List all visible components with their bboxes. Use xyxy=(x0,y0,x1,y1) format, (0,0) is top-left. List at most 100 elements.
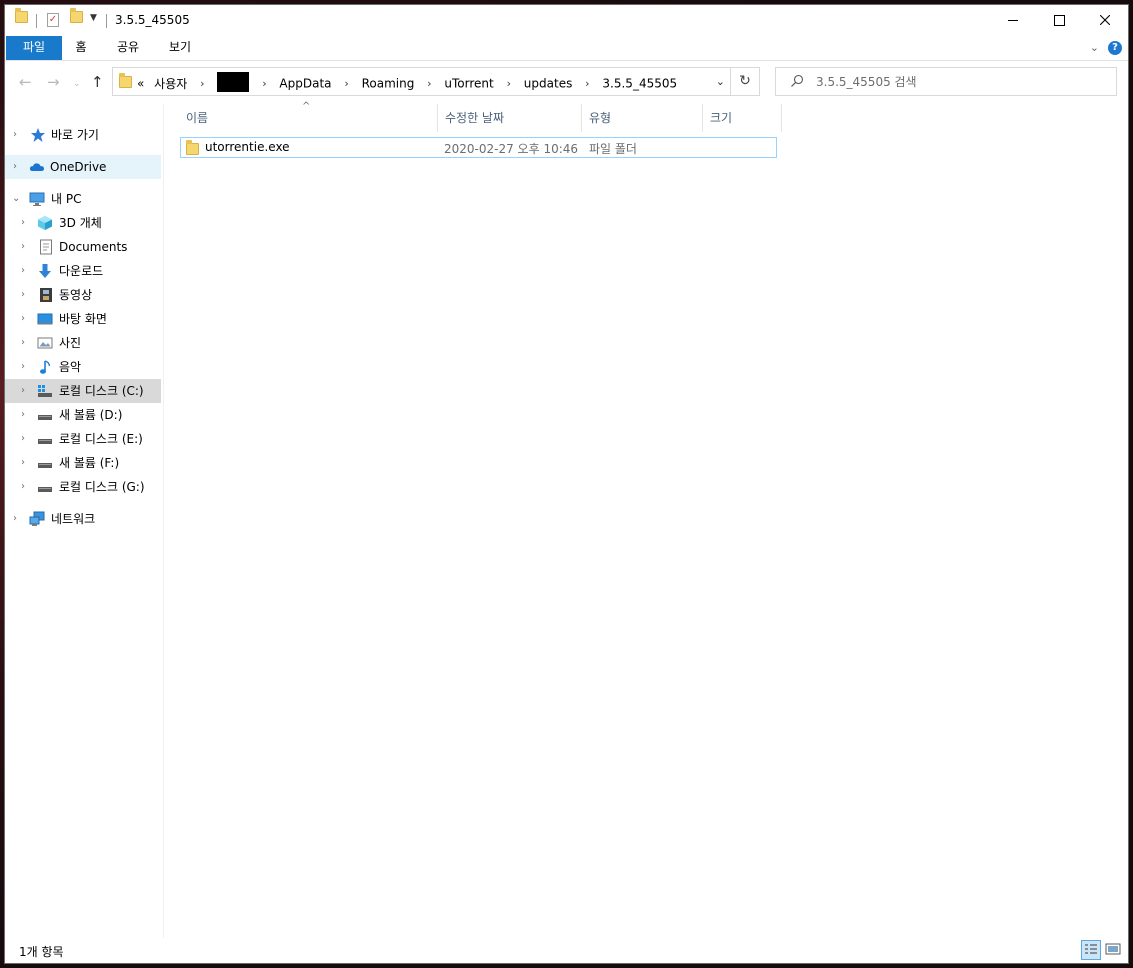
status-bar: 1개 항목 xyxy=(5,938,1128,963)
toolbar-divider xyxy=(36,14,37,28)
expand-chevron-icon[interactable]: › xyxy=(21,475,25,499)
expand-chevron-icon[interactable]: › xyxy=(21,235,25,259)
file-row[interactable]: utorrentie.exe 2020-02-27 오후 10:46 파일 폴더 xyxy=(180,137,777,158)
drive-icon xyxy=(38,415,52,420)
large-icons-view-icon xyxy=(1105,943,1121,955)
address-history-chevron-icon[interactable]: ⌄ xyxy=(716,75,725,88)
nav-item-desktop[interactable]: › 바탕 화면 xyxy=(5,307,161,331)
breadcrumb-chevron-icon[interactable]: › xyxy=(344,77,348,90)
expand-chevron-icon[interactable]: › xyxy=(21,211,25,235)
column-header-name[interactable]: 이름 xyxy=(180,104,438,132)
breadcrumb-item-redacted[interactable] xyxy=(217,72,250,92)
customize-dropdown-icon[interactable]: ▼ xyxy=(90,13,97,23)
column-header-modified[interactable]: 수정한 날짜 xyxy=(439,104,582,132)
nav-label: 내 PC xyxy=(51,192,82,206)
expand-chevron-icon[interactable]: › xyxy=(21,427,25,451)
breadcrumb-item[interactable]: 사용자 xyxy=(154,77,187,91)
file-name[interactable]: utorrentie.exe xyxy=(205,140,290,154)
new-folder-icon[interactable] xyxy=(70,8,83,26)
nav-item-local-disk-c[interactable]: › 로컬 디스크 (C:) xyxy=(5,379,161,403)
breadcrumb-item[interactable]: updates xyxy=(524,77,573,91)
breadcrumb-item-current[interactable]: 3.5.5_45505 xyxy=(602,77,677,91)
download-arrow-icon xyxy=(39,264,51,278)
nav-item-quick-access[interactable]: › 바로 가기 xyxy=(5,123,161,147)
up-arrow-icon[interactable]: ↑ xyxy=(91,73,104,91)
nav-item-3d-objects[interactable]: › 3D 개체 xyxy=(5,211,161,235)
expand-chevron-icon[interactable]: › xyxy=(21,379,25,403)
minimize-button[interactable] xyxy=(990,5,1036,36)
file-type: 파일 폴더 xyxy=(589,142,637,156)
expand-chevron-icon[interactable]: › xyxy=(21,355,25,379)
folder-icon xyxy=(119,73,132,88)
address-bar[interactable]: « 사용자 › › AppData › Roaming › uTorrent ›… xyxy=(112,67,760,96)
column-header-size[interactable]: 크기 xyxy=(704,104,782,132)
tab-file[interactable]: 파일 xyxy=(6,36,62,60)
expand-chevron-icon[interactable]: › xyxy=(13,155,17,179)
expand-chevron-icon[interactable]: › xyxy=(21,403,25,427)
folder-icon xyxy=(15,8,28,26)
breadcrumb-chevron-icon[interactable]: › xyxy=(200,77,204,90)
toolbar-divider xyxy=(106,14,107,28)
expand-chevron-icon[interactable]: › xyxy=(13,507,17,531)
nav-label: 사진 xyxy=(59,336,82,350)
tab-home[interactable]: 홈 xyxy=(69,36,93,60)
expand-chevron-icon[interactable]: › xyxy=(21,283,25,307)
nav-item-videos[interactable]: › 동영상 xyxy=(5,283,161,307)
forward-arrow-icon[interactable]: → xyxy=(47,73,60,91)
expand-chevron-icon[interactable]: › xyxy=(21,331,25,355)
breadcrumb-chevron-icon[interactable]: › xyxy=(507,77,511,90)
drive-icon xyxy=(38,463,52,468)
system-drive-icon xyxy=(38,385,52,397)
expand-chevron-icon[interactable]: › xyxy=(21,451,25,475)
breadcrumb-item[interactable]: uTorrent xyxy=(444,77,493,91)
collapse-chevron-icon[interactable]: ⌄ xyxy=(12,187,20,211)
breadcrumb-item[interactable]: AppData xyxy=(279,77,331,91)
nav-item-onedrive[interactable]: › OneDrive xyxy=(5,155,161,179)
nav-item-volume-d[interactable]: › 새 볼륨 (D:) xyxy=(5,403,161,427)
file-list: ^ 이름 수정한 날짜 유형 크기 utorrentie.exe 2020-02… xyxy=(165,101,1128,942)
breadcrumb-overflow[interactable]: « xyxy=(137,77,144,91)
nav-label: OneDrive xyxy=(50,160,107,174)
tab-share[interactable]: 공유 xyxy=(113,36,143,60)
breadcrumb-chevron-icon[interactable]: › xyxy=(262,77,266,90)
nav-item-volume-f[interactable]: › 새 볼륨 (F:) xyxy=(5,451,161,475)
nav-item-downloads[interactable]: › 다운로드 xyxy=(5,259,161,283)
drive-icon xyxy=(38,439,52,444)
tab-view[interactable]: 보기 xyxy=(165,36,195,60)
properties-check-icon[interactable]: ✓ xyxy=(47,11,59,27)
nav-item-music[interactable]: › 음악 xyxy=(5,355,161,379)
nav-item-documents[interactable]: › Documents xyxy=(5,235,161,259)
ribbon-tabs: 파일 홈 공유 보기 ⌄ ? xyxy=(5,36,1128,61)
recent-locations-chevron-icon[interactable]: ⌄ xyxy=(73,79,81,89)
nav-label: 다운로드 xyxy=(59,264,104,278)
breadcrumb-item[interactable]: Roaming xyxy=(362,77,415,91)
back-arrow-icon[interactable]: ← xyxy=(19,73,32,91)
item-count: 1개 항목 xyxy=(19,945,64,959)
refresh-icon[interactable]: ↻ xyxy=(730,68,759,95)
star-pin-icon xyxy=(31,128,45,142)
large-icons-view-button[interactable] xyxy=(1104,940,1124,960)
nav-item-pictures[interactable]: › 사진 xyxy=(5,331,161,355)
expand-ribbon-chevron-icon[interactable]: ⌄ xyxy=(1090,41,1099,54)
nav-label: 음악 xyxy=(59,360,82,374)
nav-item-local-disk-e[interactable]: › 로컬 디스크 (E:) xyxy=(5,427,161,451)
search-input[interactable] xyxy=(814,72,1108,92)
nav-item-this-pc[interactable]: ⌄ 내 PC xyxy=(5,187,161,211)
details-view-icon xyxy=(1085,944,1097,954)
column-header-type[interactable]: 유형 xyxy=(583,104,703,132)
breadcrumb-chevron-icon[interactable]: › xyxy=(427,77,431,90)
help-icon[interactable]: ? xyxy=(1108,41,1122,55)
nav-item-network[interactable]: › 네트워크 xyxy=(5,507,161,531)
nav-label: 새 볼륨 (F:) xyxy=(59,456,120,470)
maximize-button[interactable] xyxy=(1036,5,1082,36)
details-view-button[interactable] xyxy=(1081,940,1101,960)
nav-item-local-disk-g[interactable]: › 로컬 디스크 (G:) xyxy=(5,475,161,499)
file-modified-date: 2020-02-27 오후 10:46 xyxy=(444,142,579,156)
nav-label: 3D 개체 xyxy=(59,216,102,230)
breadcrumb-chevron-icon[interactable]: › xyxy=(585,77,589,90)
expand-chevron-icon[interactable]: › xyxy=(21,307,25,331)
close-button[interactable] xyxy=(1082,5,1128,36)
expand-chevron-icon[interactable]: › xyxy=(21,259,25,283)
search-box[interactable] xyxy=(775,67,1117,96)
expand-chevron-icon[interactable]: › xyxy=(13,123,17,147)
